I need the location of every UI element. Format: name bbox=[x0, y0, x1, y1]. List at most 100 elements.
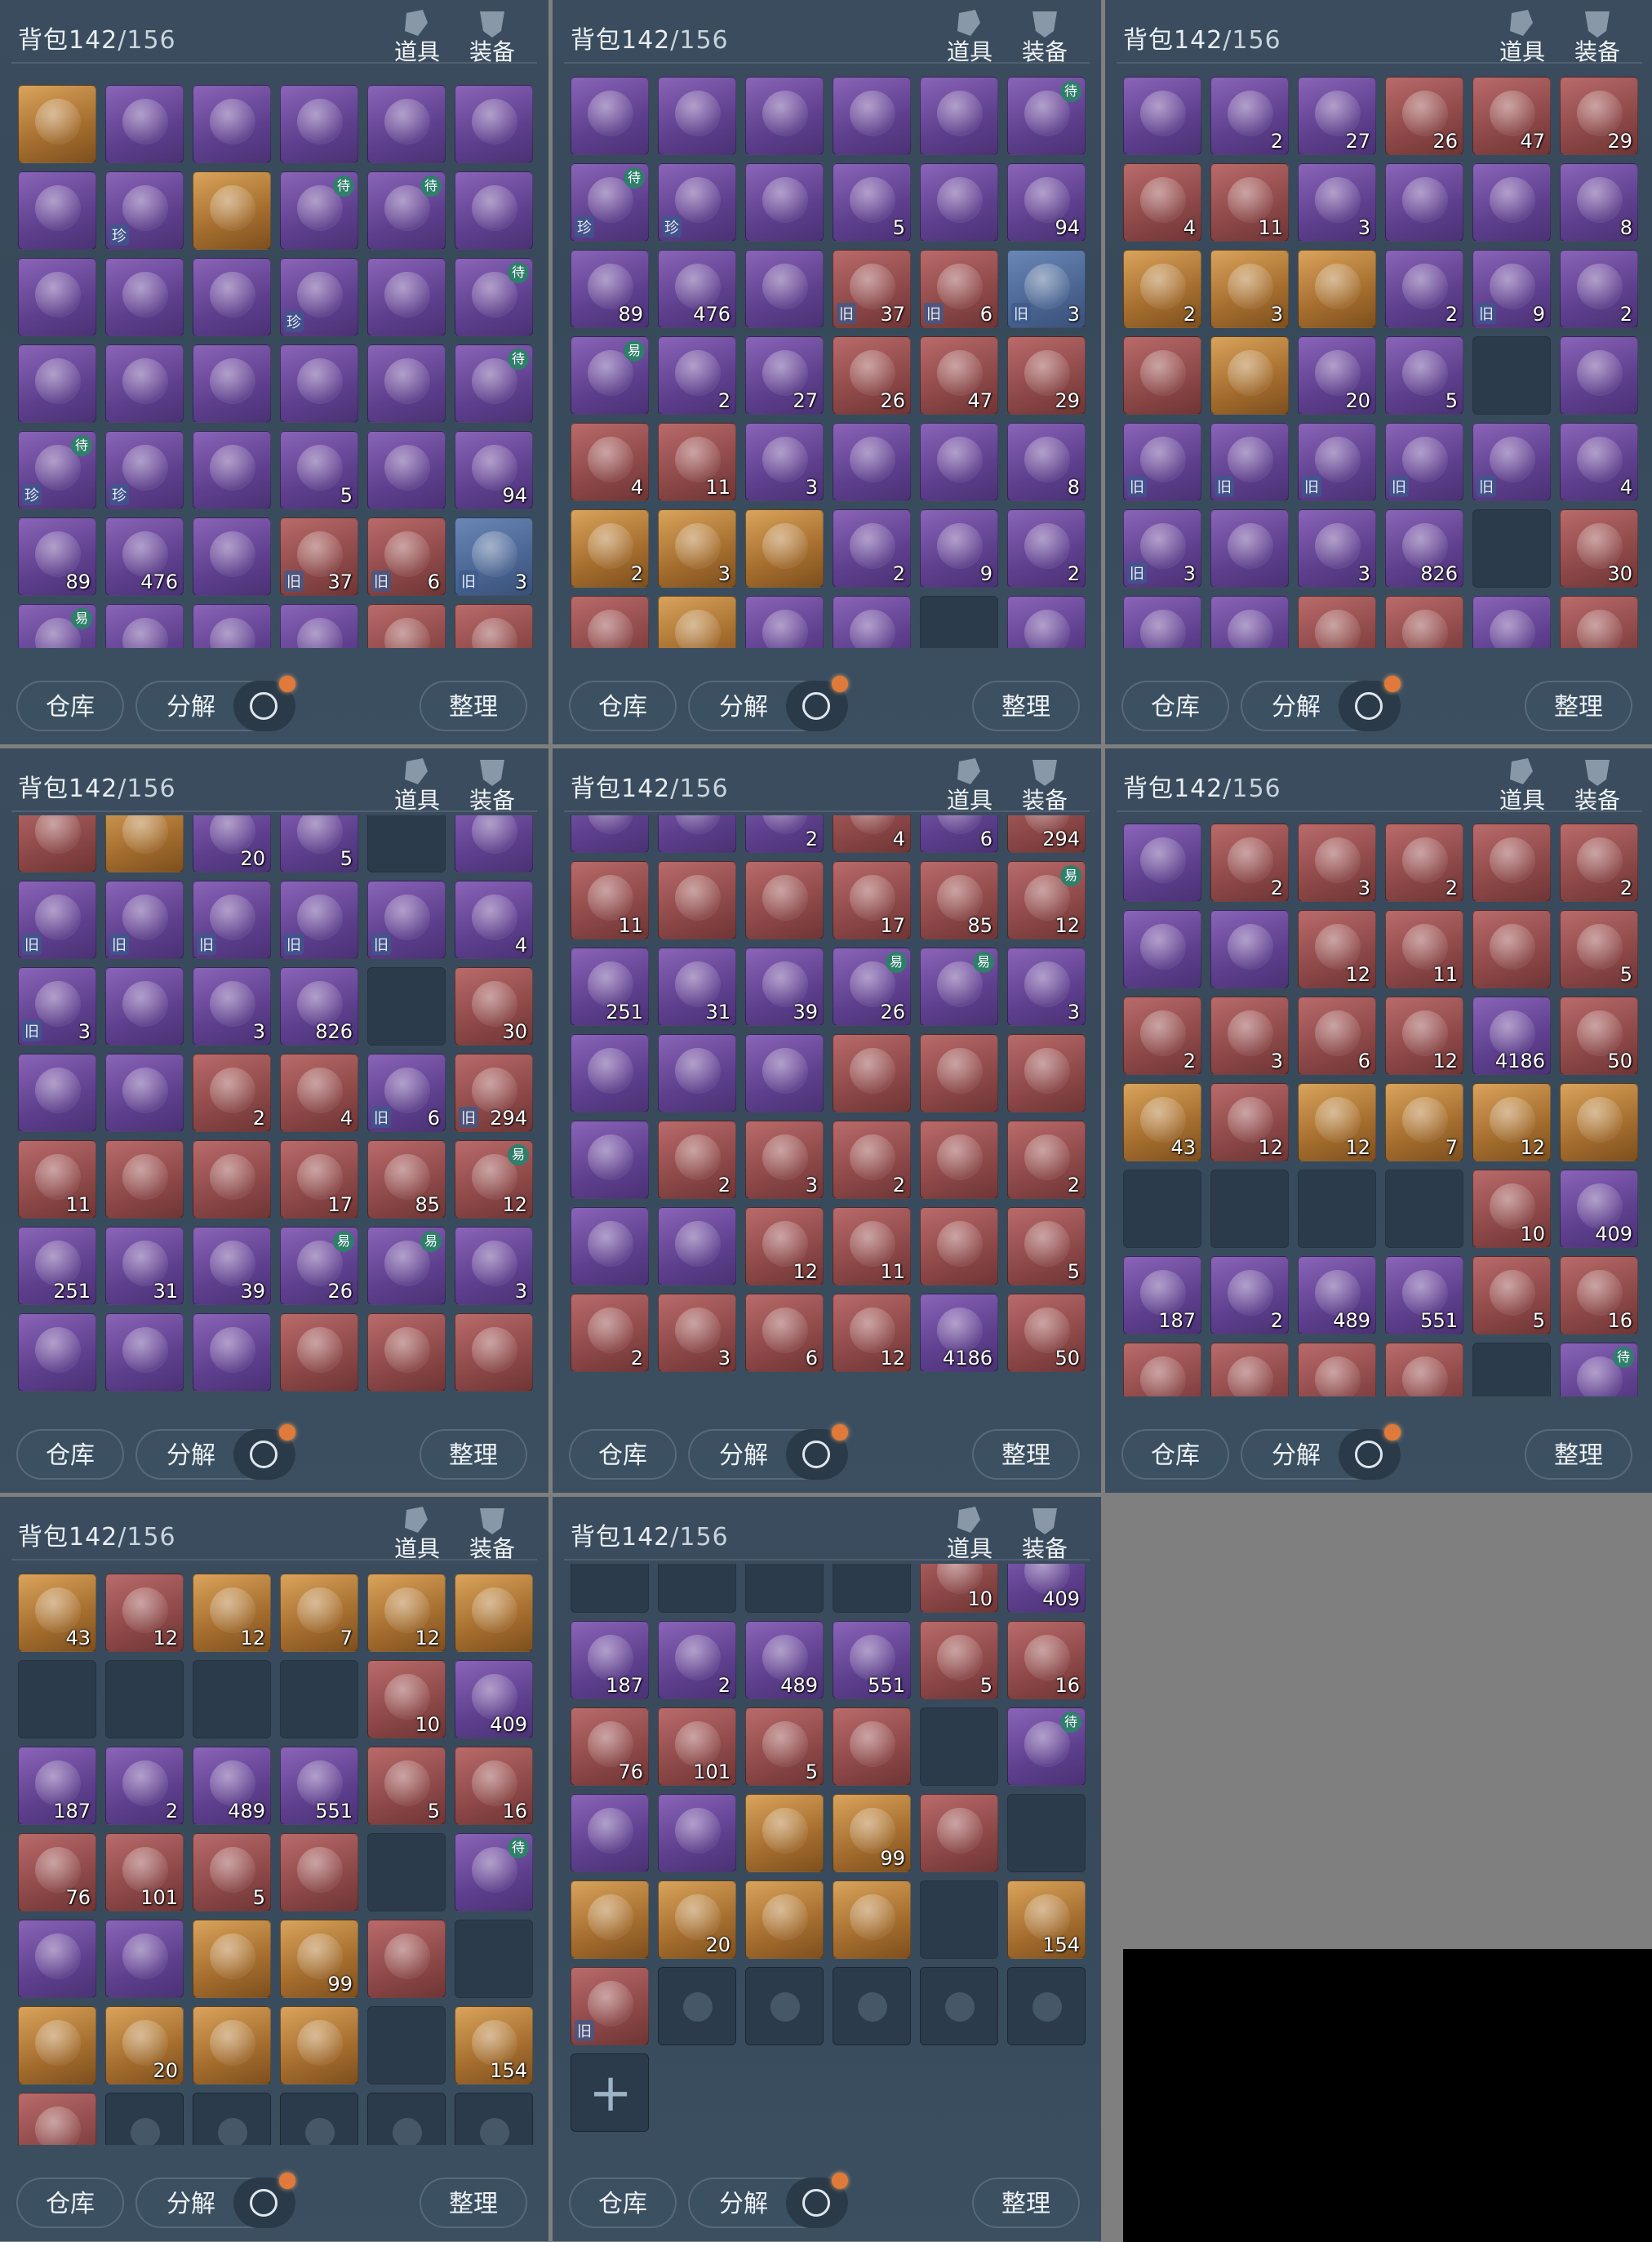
item-slot[interactable] bbox=[18, 344, 96, 423]
empty-slot[interactable] bbox=[193, 1660, 271, 1738]
item-slot[interactable]: 3 bbox=[1210, 250, 1289, 328]
item-slot[interactable] bbox=[280, 344, 358, 423]
item-slot[interactable] bbox=[658, 596, 736, 648]
item-slot[interactable]: 3 bbox=[745, 423, 824, 501]
item-slot[interactable] bbox=[658, 1794, 736, 1872]
item-slot[interactable]: 5 bbox=[833, 163, 911, 242]
item-slot[interactable]: 12 bbox=[1210, 1083, 1289, 1161]
item-slot[interactable]: 26 bbox=[1385, 77, 1463, 155]
item-slot[interactable] bbox=[1560, 1083, 1638, 1161]
empty-slot[interactable] bbox=[1472, 1343, 1551, 1396]
item-slot[interactable]: 10 bbox=[367, 1660, 446, 1738]
item-slot[interactable] bbox=[18, 815, 96, 872]
tab-items[interactable]: 道具 bbox=[389, 7, 446, 65]
item-slot[interactable]: 旧3 bbox=[455, 517, 533, 596]
item-slot[interactable]: 551 bbox=[833, 1621, 911, 1699]
item-slot[interactable]: 11 bbox=[18, 1140, 96, 1219]
item-grid[interactable]: 2 4 6 294 11 17 85 易 12 251 31 39 易 26 易 3 2 3 2 2 12 11 5 2 3 6 1… bbox=[553, 815, 1101, 1396]
item-grid[interactable]: 22726472941138232旧92205旧旧旧旧旧4旧338263024旧… bbox=[1105, 67, 1652, 648]
item-slot[interactable]: 12 bbox=[1298, 910, 1376, 988]
item-slot[interactable]: 2 bbox=[658, 336, 736, 415]
item-slot[interactable]: 2 bbox=[1007, 509, 1086, 588]
item-slot[interactable]: 旧6 bbox=[367, 1054, 446, 1132]
item-slot[interactable]: 11 bbox=[658, 423, 736, 501]
item-slot[interactable] bbox=[1560, 336, 1638, 415]
item-slot[interactable] bbox=[833, 1880, 911, 1959]
sort-button[interactable]: 整理 bbox=[420, 681, 527, 731]
item-slot[interactable]: 826 bbox=[1385, 509, 1463, 588]
item-slot[interactable]: 16 bbox=[455, 1747, 533, 1825]
item-slot[interactable] bbox=[658, 1207, 736, 1285]
item-slot[interactable]: 12 bbox=[1298, 1083, 1376, 1161]
item-slot[interactable]: 187 bbox=[1123, 1256, 1201, 1334]
item-slot[interactable]: 旧6 bbox=[1472, 596, 1551, 648]
item-slot[interactable]: 易 12 bbox=[455, 1140, 533, 1219]
item-slot[interactable] bbox=[18, 171, 96, 250]
warehouse-button[interactable]: 仓库 bbox=[1121, 1429, 1229, 1480]
item-slot[interactable]: 12 bbox=[833, 1294, 911, 1372]
item-slot[interactable]: 4 bbox=[1385, 596, 1463, 648]
item-grid[interactable]: 43 12 12 7 12 10 409 187 2 489 551 5 16 76 101 5 待 99 20 15… bbox=[0, 1564, 548, 2145]
item-slot[interactable]: 3 bbox=[193, 967, 271, 1046]
item-slot[interactable]: 旧 bbox=[1298, 423, 1376, 501]
item-slot[interactable]: 99 bbox=[833, 1794, 911, 1872]
item-slot[interactable]: 3 bbox=[1298, 824, 1376, 902]
item-slot[interactable]: 12 bbox=[193, 1574, 271, 1652]
item-slot[interactable]: 47 bbox=[920, 336, 998, 415]
item-slot[interactable]: 30 bbox=[1560, 509, 1638, 588]
item-slot[interactable]: 101 bbox=[658, 1707, 736, 1786]
item-slot[interactable]: 2 bbox=[1210, 824, 1289, 902]
locked-slot[interactable] bbox=[1007, 1967, 1086, 2045]
item-slot[interactable]: 39 bbox=[745, 948, 824, 1026]
item-slot[interactable]: 待 bbox=[1007, 77, 1086, 155]
item-slot[interactable] bbox=[1385, 163, 1463, 242]
item-slot[interactable]: 5 bbox=[367, 1747, 446, 1825]
item-slot[interactable]: 待 bbox=[1560, 1343, 1638, 1396]
tab-equip[interactable]: 装备 bbox=[1569, 7, 1626, 65]
item-slot[interactable] bbox=[571, 77, 649, 155]
tab-equip[interactable]: 装备 bbox=[464, 7, 521, 65]
item-slot[interactable]: 旧 bbox=[1385, 423, 1463, 501]
item-slot[interactable]: 5 bbox=[1472, 1256, 1551, 1334]
item-slot[interactable]: 489 bbox=[193, 1747, 271, 1825]
item-slot[interactable]: 易 bbox=[367, 1227, 446, 1305]
item-slot[interactable]: 12 bbox=[105, 1574, 184, 1652]
item-slot[interactable]: 294 bbox=[1007, 815, 1086, 853]
item-slot[interactable] bbox=[367, 1313, 446, 1392]
locked-slot[interactable] bbox=[105, 2093, 184, 2145]
item-slot[interactable]: 4 bbox=[571, 423, 649, 501]
locked-slot[interactable] bbox=[455, 2093, 533, 2145]
item-slot[interactable] bbox=[455, 1574, 533, 1652]
item-slot[interactable]: 旧294 bbox=[1560, 596, 1638, 648]
item-slot[interactable]: 9 bbox=[920, 509, 998, 588]
item-slot[interactable] bbox=[193, 1140, 271, 1219]
item-slot[interactable]: 2 bbox=[1210, 1256, 1289, 1334]
item-slot[interactable]: 476 bbox=[658, 250, 736, 328]
item-slot[interactable] bbox=[105, 1313, 184, 1392]
tab-equip[interactable]: 装备 bbox=[1016, 755, 1073, 814]
item-slot[interactable]: 50 bbox=[1007, 1294, 1086, 1372]
item-slot[interactable]: 409 bbox=[1560, 1170, 1638, 1248]
item-slot[interactable]: 6 bbox=[920, 815, 998, 853]
item-slot[interactable] bbox=[105, 1920, 184, 1998]
item-slot[interactable] bbox=[1210, 336, 1289, 415]
item-slot[interactable]: 旧6 bbox=[920, 250, 998, 328]
warehouse-button[interactable]: 仓库 bbox=[16, 1429, 124, 1480]
item-slot[interactable]: 94 bbox=[1007, 163, 1086, 242]
item-slot[interactable] bbox=[193, 517, 271, 596]
empty-slot[interactable] bbox=[280, 1660, 358, 1738]
item-slot[interactable] bbox=[105, 1054, 184, 1132]
locked-slot[interactable] bbox=[833, 1967, 911, 2045]
item-slot[interactable]: 3 bbox=[1298, 163, 1376, 242]
item-slot[interactable]: 8 bbox=[1560, 163, 1638, 242]
item-slot[interactable] bbox=[833, 596, 911, 648]
item-slot[interactable] bbox=[571, 1794, 649, 1872]
item-slot[interactable]: 旧 bbox=[1123, 423, 1201, 501]
item-slot[interactable]: 7 bbox=[280, 1574, 358, 1652]
item-slot[interactable]: 易 bbox=[18, 604, 96, 648]
item-slot[interactable]: 551 bbox=[280, 1747, 358, 1825]
empty-slot[interactable] bbox=[571, 1564, 649, 1613]
item-slot[interactable] bbox=[745, 1880, 824, 1959]
sort-button[interactable]: 整理 bbox=[420, 1429, 527, 1480]
item-slot[interactable]: 3 bbox=[745, 1121, 824, 1199]
